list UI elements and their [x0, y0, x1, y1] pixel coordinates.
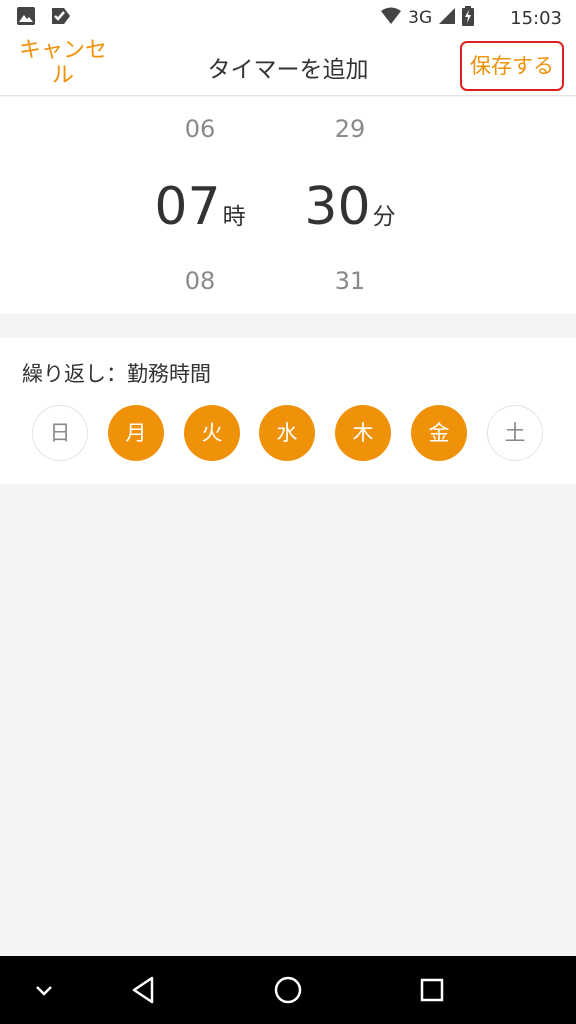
day-tuesday[interactable]: 火 [184, 405, 240, 461]
day-monday[interactable]: 月 [108, 405, 164, 461]
minute-prev[interactable]: 29 [275, 115, 425, 143]
battery-charging-icon [462, 6, 475, 30]
hour-value: 07 [154, 177, 221, 237]
image-icon [16, 6, 36, 30]
hour-current[interactable]: 07時 [125, 177, 275, 237]
hour-next[interactable]: 08 [125, 267, 275, 295]
recents-icon[interactable] [412, 970, 452, 1010]
repeat-section: 繰り返し：勤務時間 日 月 火 水 木 金 土 [0, 338, 576, 484]
hour-unit: 時 [222, 204, 246, 230]
network-type: 3G [408, 8, 433, 28]
minute-current[interactable]: 30分 [275, 177, 425, 237]
repeat-label[interactable]: 繰り返し：勤務時間 [22, 358, 211, 388]
day-friday[interactable]: 金 [411, 405, 467, 461]
signal-icon [438, 7, 456, 29]
clock: 15:03 [510, 7, 562, 29]
check-notification-icon [50, 6, 72, 30]
minute-wheel[interactable]: 29 30分 31 [275, 97, 425, 314]
screen: 3G 15:03 キャンセル タイマーを追加 保存する 06 07時 08 29… [0, 0, 576, 1024]
minute-value: 30 [304, 177, 371, 237]
hour-wheel[interactable]: 06 07時 08 [125, 97, 275, 314]
day-thursday[interactable]: 木 [335, 405, 391, 461]
day-wednesday[interactable]: 水 [259, 405, 315, 461]
app-header: キャンセル タイマーを追加 保存する [0, 34, 576, 96]
status-bar: 3G 15:03 [0, 0, 576, 34]
minute-unit: 分 [372, 204, 396, 230]
day-selector: 日 月 火 水 木 金 土 [32, 405, 544, 461]
wifi-icon [380, 7, 402, 29]
day-sunday[interactable]: 日 [32, 405, 88, 461]
save-button[interactable]: 保存する [460, 41, 564, 91]
back-icon[interactable] [124, 970, 164, 1010]
navigation-bar [0, 956, 576, 1024]
time-picker: 06 07時 08 29 30分 31 [0, 97, 576, 314]
minute-next[interactable]: 31 [275, 267, 425, 295]
day-saturday[interactable]: 土 [487, 405, 543, 461]
chevron-down-icon[interactable] [24, 970, 64, 1010]
home-icon[interactable] [268, 970, 308, 1010]
hour-prev[interactable]: 06 [125, 115, 275, 143]
